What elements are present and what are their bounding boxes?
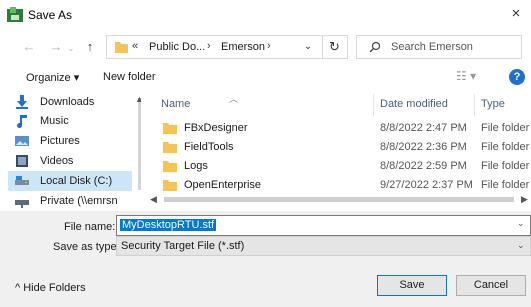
search-icon [369,41,381,53]
breadcrumb-public-documents[interactable]: Public Do... [149,41,205,53]
sidebar-item-music[interactable]: Music [8,111,132,131]
file-name-label: File name: [64,221,116,233]
file-date: 8/8/2022 2:47 PM [380,122,467,134]
file-name: FBxDesigner [184,122,248,134]
sidebar-scroll-up-icon[interactable]: ▲ [135,94,141,104]
save-as-type-value: Security Target File (*.stf) [121,240,245,252]
folder-icon [163,141,177,153]
folder-icon [163,122,177,134]
cancel-button[interactable]: Cancel [456,275,526,296]
forward-button[interactable]: → [49,40,63,54]
drive-icon [15,174,29,188]
music-note-icon [15,114,29,128]
sidebar-item-label: Music [40,115,69,127]
address-overflow[interactable]: « [132,40,138,52]
sidebar-scrollbar-thumb[interactable] [138,98,141,190]
up-button[interactable]: ↑ [83,39,97,55]
save-as-type-label: Save as type: [53,241,120,253]
file-type: File folder [481,179,530,191]
back-button[interactable]: ← [22,40,36,54]
window-title: Save As [28,8,73,22]
sidebar-item-label: Private (\\emrsn [40,195,118,207]
breadcrumb-separator[interactable]: › [267,40,271,52]
hide-folders-button[interactable]: ^ Hide Folders [15,282,86,294]
file-type: File folder [481,160,530,172]
title-bar: Save As × [0,0,531,30]
column-divider[interactable] [474,94,475,116]
sidebar-item-downloads[interactable]: Downloads [8,92,132,112]
view-options-button[interactable]: ☷ ▾ [456,69,486,85]
file-type: File folder [481,122,530,134]
save-button[interactable]: Save [377,275,447,296]
file-row[interactable]: OpenEnterprise 9/27/2022 2:37 PM File fo… [149,176,529,195]
column-header-date-modified[interactable]: Date modified [380,98,448,110]
sidebar-item-label: Pictures [40,135,80,147]
scrollbar-thumb[interactable] [164,197,514,202]
search-input[interactable] [391,39,516,55]
network-drive-icon [15,194,29,208]
sidebar-item-local-disk[interactable]: Local Disk (C:) [8,171,132,191]
folder-icon [163,160,177,172]
column-divider[interactable] [373,94,374,116]
file-date: 8/8/2022 2:36 PM [380,141,467,153]
close-button[interactable]: × [505,4,527,24]
folder-icon [115,41,128,53]
folder-icon [163,179,177,191]
sidebar-item-label: Downloads [40,96,95,108]
file-name: FieldTools [184,141,234,153]
new-folder-button[interactable]: New folder [103,71,156,83]
file-type: File folder [481,141,530,153]
save-as-type-dropdown-icon[interactable]: ⌄ [517,240,525,251]
sidebar-item-label: Videos [40,155,74,167]
scroll-right-icon[interactable]: ▶ [521,194,528,205]
breadcrumb-emerson[interactable]: Emerson [221,41,265,53]
help-icon[interactable]: ? [509,69,525,85]
file-name-field[interactable]: MyDesktopRTU.stf ⌄ [116,215,531,236]
navigation-pane[interactable]: Downloads Music Pictures Videos Local Di… [8,90,141,210]
horizontal-scrollbar[interactable]: ◀ ▶ [150,194,530,206]
file-name-value[interactable]: MyDesktopRTU.stf [120,219,217,231]
scroll-left-icon[interactable]: ◀ [150,194,157,205]
file-date: 8/8/2022 2:59 PM [380,160,467,172]
search-box[interactable] [356,35,522,59]
file-row[interactable]: FBxDesigner 8/8/2022 2:47 PM File folder [149,119,529,138]
file-list-header: Name ︿ Date modified Type [149,92,529,116]
sidebar-item-pictures[interactable]: Pictures [8,131,132,151]
file-name-dropdown-icon[interactable]: ⌄ [517,218,525,229]
recent-locations-chevron-icon[interactable]: ⌄ [64,42,78,56]
sidebar-item-private-network[interactable]: Private (\\emrsn [8,191,132,210]
file-date: 9/27/2022 2:37 PM [380,179,473,191]
pictures-icon [15,134,29,148]
file-row[interactable]: Logs 8/8/2022 2:59 PM File folder [149,157,529,176]
column-header-type[interactable]: Type [481,98,505,110]
file-name: OpenEnterprise [184,179,262,191]
refresh-button[interactable]: ↻ [322,35,348,59]
organize-button[interactable]: Organize ▾ [26,71,79,84]
address-dropdown-icon[interactable]: ⌄ [301,39,315,55]
address-bar[interactable]: « Public Do... › Emerson › ⌄ [106,35,323,59]
file-row[interactable]: FieldTools 8/8/2022 2:36 PM File folder [149,138,529,157]
save-as-type-select[interactable]: Security Target File (*.stf) ⌄ [116,236,531,256]
column-header-name[interactable]: Name [161,98,190,110]
download-arrow-icon [15,95,29,109]
file-name: Logs [184,160,208,172]
app-icon [7,7,23,23]
sidebar-item-label: Local Disk (C:) [40,175,113,187]
breadcrumb-separator[interactable]: › [207,40,211,52]
sort-ascending-icon: ︿ [229,94,239,104]
sidebar-item-videos[interactable]: Videos [8,151,132,171]
videos-icon [15,154,29,168]
